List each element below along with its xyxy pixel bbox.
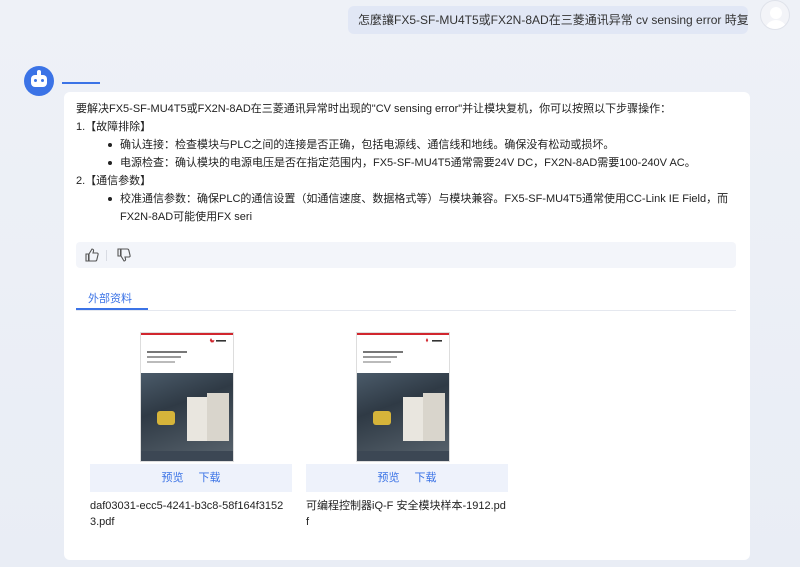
answer-intro: 要解决FX5-SF-MU4T5或FX2N-8AD在三菱通讯异常时出现的"CV s… <box>76 103 672 115</box>
document-thumbnail-2[interactable] <box>356 332 450 462</box>
document-thumbnail-1[interactable] <box>140 332 234 462</box>
document-filename-1[interactable]: daf03031-ecc5-4241-b3c8-58f164f31523.pdf <box>90 498 290 530</box>
answer-text: 要解决FX5-SF-MU4T5或FX2N-8AD在三菱通讯异常时出现的"CV s… <box>76 100 738 226</box>
section-1-item-2: 电源检查：确认模块的电源电压是否在指定范围内，FX5-SF-MU4T5通常需要2… <box>76 154 738 172</box>
feedback-bar <box>76 242 736 268</box>
bot-avatar-icon <box>24 66 54 96</box>
download-button[interactable]: 下载 <box>415 472 437 484</box>
bot-name-underline <box>62 82 100 84</box>
tab-external-materials[interactable]: 外部资料 <box>88 290 132 306</box>
section-2-item-1-cont: FX2N-8AD可能使用FX seri <box>120 211 253 223</box>
user-message-text: 怎麼讓FX5-SF-MU4T5或FX2N-8AD在三菱通讯异常 cv sensi… <box>358 13 748 27</box>
section-1-title: 1.【故障排除】 <box>76 121 152 133</box>
document-filename-2[interactable]: 可编程控制器iQ-F 安全模块样本-1912.pdf <box>306 498 506 530</box>
thumbs-down-icon[interactable] <box>116 247 132 263</box>
thumbs-up-icon[interactable] <box>84 247 100 263</box>
tab-divider <box>76 310 736 311</box>
preview-button[interactable]: 预览 <box>161 472 183 484</box>
answer-card: 要解决FX5-SF-MU4T5或FX2N-8AD在三菱通讯异常时出现的"CV s… <box>64 92 750 560</box>
document-actions-1: 预览 下载 <box>90 464 292 492</box>
document-actions-2: 预览 下载 <box>306 464 508 492</box>
section-1-item-1: 确认连接：检查模块与PLC之间的连接是否正确，包括电源线、通信线和地线。确保没有… <box>76 136 738 154</box>
section-2-item-1: 校准通信参数：确保PLC的通信设置（如通信速度、数据格式等）与模块兼容。FX5-… <box>76 190 738 208</box>
feedback-separator <box>106 250 107 261</box>
section-2-title: 2.【通信参数】 <box>76 175 152 187</box>
preview-button[interactable]: 预览 <box>377 472 399 484</box>
mitsubishi-logo-icon <box>425 338 442 343</box>
download-button[interactable]: 下载 <box>199 472 221 484</box>
user-message-bubble: 怎麼讓FX5-SF-MU4T5或FX2N-8AD在三菱通讯异常 cv sensi… <box>348 6 748 34</box>
mitsubishi-logo-icon <box>209 338 226 343</box>
user-avatar <box>760 0 790 30</box>
